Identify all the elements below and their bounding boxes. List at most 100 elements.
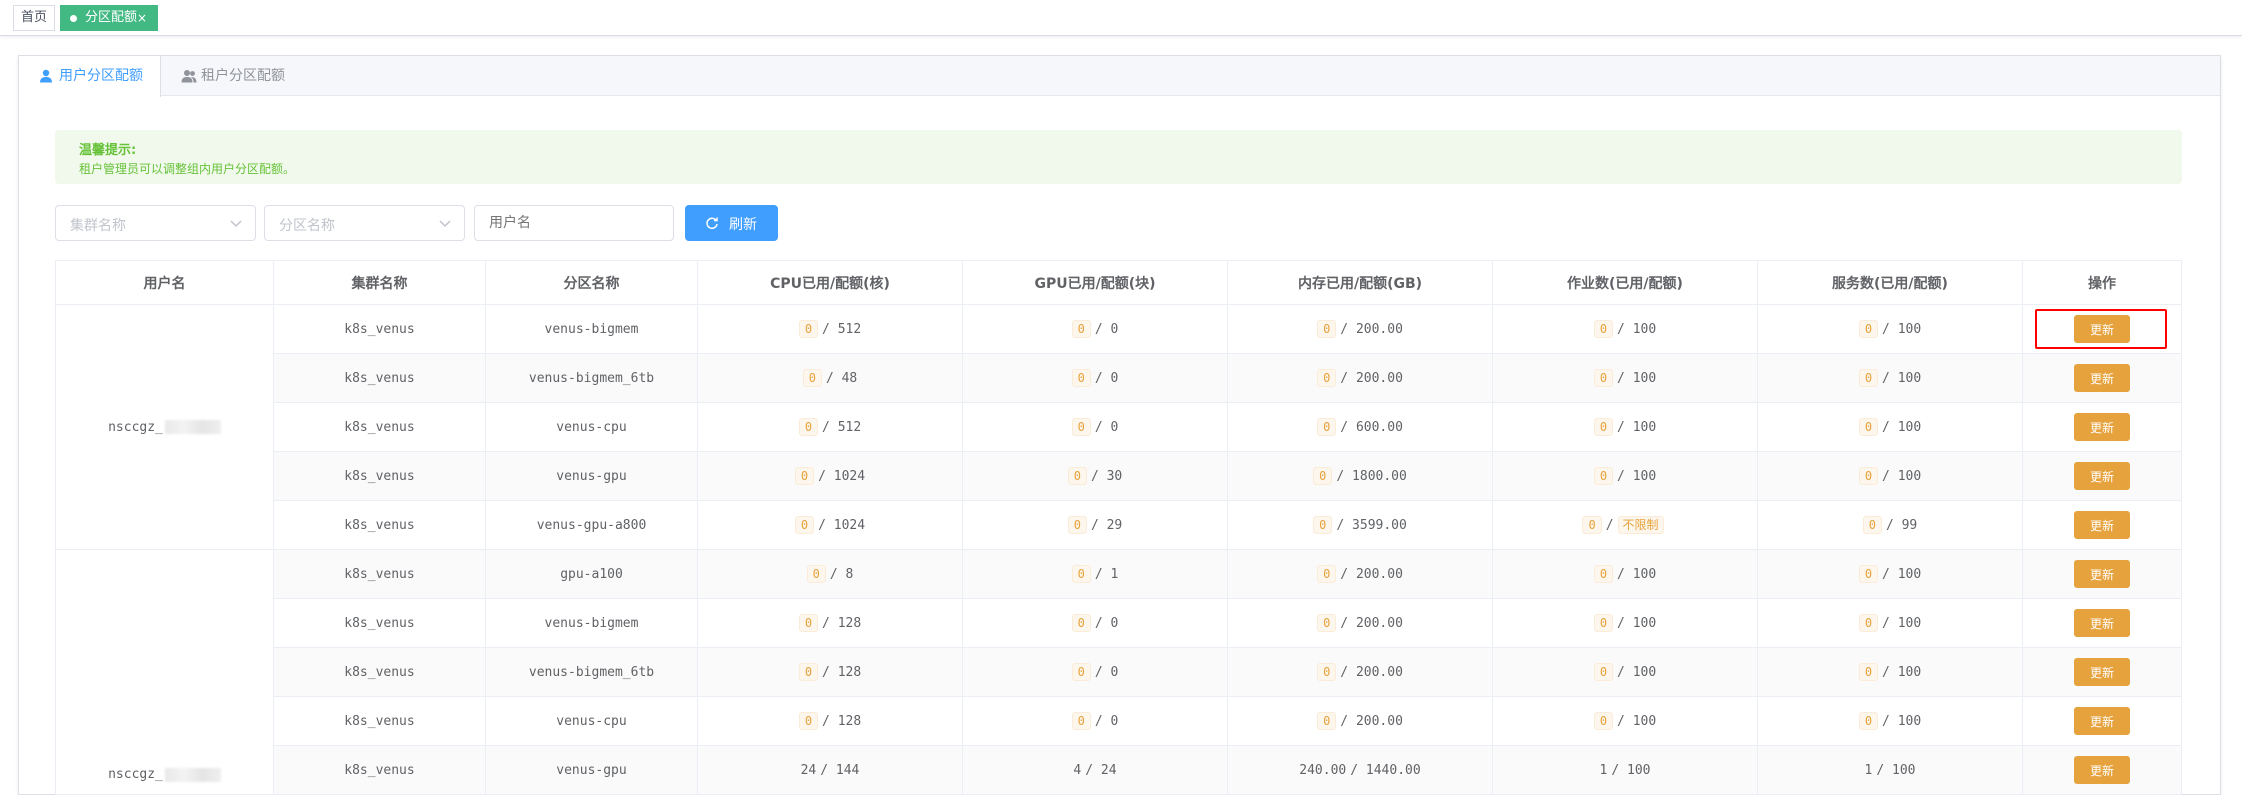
jobs-cell: 0/ 100: [1492, 353, 1758, 403]
gpu-cell-used: 0: [1071, 320, 1091, 338]
update-button[interactable]: 更新: [2074, 511, 2130, 539]
services-cell-used: 0: [1858, 320, 1879, 338]
action-cell: 更新: [2022, 304, 2182, 354]
close-icon[interactable]: ×: [137, 6, 147, 30]
tag-partition-quota[interactable]: 分区配额 ×: [60, 5, 158, 31]
gpu-cell: 0/ 30: [962, 451, 1228, 501]
jobs-cell-quota: / 100: [1617, 714, 1657, 729]
cpu-cell: 0/ 128: [697, 647, 963, 697]
services-cell-used: 0: [1862, 516, 1882, 534]
jobs-cell-used: 0: [1593, 320, 1614, 338]
cpu-cell-used: 0: [806, 565, 826, 583]
update-button[interactable]: 更新: [2074, 315, 2130, 343]
memory-cell-quota: / 200.00: [1340, 665, 1403, 680]
partition-select[interactable]: 分区名称: [264, 205, 465, 241]
memory-cell-quota: / 1800.00: [1336, 469, 1407, 484]
services-cell-used: 0: [1858, 663, 1879, 681]
update-button[interactable]: 更新: [2074, 462, 2130, 490]
active-dot-icon: [70, 15, 77, 22]
users-icon: [181, 70, 197, 83]
gpu-cell-quota: / 24: [1085, 762, 1117, 778]
table-row: k8s_venus venus-cpu 0/ 128 0/ 0 0/ 200.00 0/ …: [56, 696, 2182, 746]
cpu-cell: 0/ 48: [697, 353, 963, 403]
tag-home[interactable]: 首页: [13, 5, 55, 31]
refresh-label: 刷新: [729, 216, 757, 232]
jobs-cell-quota: / 100: [1617, 420, 1657, 435]
cpu-cell-quota: / 128: [822, 665, 862, 680]
jobs-cell-used: 1: [1599, 762, 1608, 778]
tab-tenant-partition-quota[interactable]: 租户分区配额: [161, 56, 301, 96]
jobs-cell-quota: / 100: [1611, 762, 1651, 778]
update-button[interactable]: 更新: [2074, 609, 2130, 637]
cpu-cell-quota: / 1024: [818, 518, 866, 533]
cpu-cell: 0/ 8: [697, 549, 963, 599]
memory-cell: 0/ 200.00: [1227, 696, 1493, 746]
refresh-button[interactable]: 刷新: [685, 205, 778, 241]
memory-cell-quota: / 1440.00: [1350, 762, 1421, 778]
gpu-cell: 0/ 0: [962, 304, 1228, 354]
cluster-cell: k8s_venus: [273, 647, 486, 697]
memory-cell-used: 0: [1317, 369, 1337, 387]
cluster-select[interactable]: 集群名称: [55, 205, 256, 241]
username-cell: nsccgz_: [55, 304, 274, 550]
gpu-cell-used: 0: [1071, 369, 1091, 387]
cluster-cell: k8s_venus: [273, 745, 486, 795]
services-cell: 0/ 100: [1757, 598, 2023, 648]
refresh-icon: [706, 217, 718, 230]
services-cell-quota: / 100: [1882, 469, 1922, 484]
quota-table: 用户名 集群名称 分区名称 CPU已用/配额(核) GPU已用/配额(块) 内存已用/配额…: [55, 260, 2182, 795]
cpu-cell-quota: / 512: [822, 322, 862, 337]
update-button[interactable]: 更新: [2074, 364, 2130, 392]
services-cell-quota: / 100: [1876, 762, 1916, 778]
cluster-cell: k8s_venus: [273, 549, 486, 599]
jobs-cell-used: 0: [1593, 418, 1614, 436]
services-cell-used: 1: [1864, 762, 1873, 778]
username-text: nsccgz_: [108, 767, 163, 782]
tab-user-partition-quota[interactable]: 用户分区配额: [19, 56, 161, 97]
cpu-cell: 0/ 128: [697, 696, 963, 746]
update-button[interactable]: 更新: [2074, 413, 2130, 441]
tab-label: 租户分区配额: [201, 68, 285, 84]
update-button[interactable]: 更新: [2074, 756, 2130, 784]
cpu-cell: 0/ 1024: [697, 500, 963, 550]
table-row: nsccgz_ k8s_venus venus-bigmem 0/ 512 0/ 0 0/…: [55, 304, 2182, 550]
cluster-select-placeholder: 集群名称: [70, 218, 126, 234]
action-cell: 更新: [2022, 696, 2182, 746]
jobs-cell-quota: / 100: [1617, 371, 1657, 386]
memory-cell: 0/ 200.00: [1227, 549, 1493, 599]
cpu-cell-used: 0: [798, 712, 819, 730]
memory-cell-used: 240.00: [1299, 762, 1347, 778]
jobs-cell: 0/ 100: [1492, 451, 1758, 501]
services-cell-quota: / 100: [1882, 616, 1922, 631]
partition-cell: venus-gpu-a800: [485, 500, 698, 550]
column-header: 操作: [2022, 260, 2182, 305]
partition-cell: venus-gpu: [485, 451, 698, 501]
update-button[interactable]: 更新: [2074, 560, 2130, 588]
services-cell: 0/ 100: [1757, 353, 2023, 403]
jobs-cell-unlimited-badge: 不限制: [1617, 516, 1664, 534]
column-header: GPU已用/配额(块): [962, 260, 1228, 305]
cluster-cell: k8s_venus: [273, 451, 486, 501]
cluster-cell: k8s_venus: [273, 500, 486, 550]
jobs-cell-quota: / 100: [1617, 322, 1657, 337]
jobs-cell-used: 0: [1582, 516, 1602, 534]
memory-cell: 0/ 200.00: [1227, 598, 1493, 648]
gpu-cell-quota: / 1: [1094, 567, 1119, 582]
jobs-cell-used: 0: [1593, 565, 1614, 583]
update-button[interactable]: 更新: [2074, 707, 2130, 735]
memory-cell: 0/ 600.00: [1227, 402, 1493, 452]
memory-cell-quota: / 200.00: [1340, 567, 1403, 582]
update-button[interactable]: 更新: [2074, 658, 2130, 686]
username-input[interactable]: [475, 206, 673, 240]
memory-cell-used: 0: [1317, 614, 1337, 632]
services-cell-quota: / 100: [1882, 665, 1922, 680]
jobs-cell: 0/ 100: [1492, 304, 1758, 354]
memory-cell-used: 0: [1317, 712, 1337, 730]
gpu-cell-used: 0: [1071, 663, 1091, 681]
services-cell: 0/ 100: [1757, 549, 2023, 599]
jobs-cell-used: 0: [1593, 369, 1614, 387]
tabs-header: 用户分区配额 租户分区配额: [19, 56, 2220, 97]
gpu-cell-quota: / 0: [1094, 616, 1119, 631]
gpu-cell-quota: / 0: [1094, 420, 1119, 435]
memory-cell-used: 0: [1317, 418, 1337, 436]
